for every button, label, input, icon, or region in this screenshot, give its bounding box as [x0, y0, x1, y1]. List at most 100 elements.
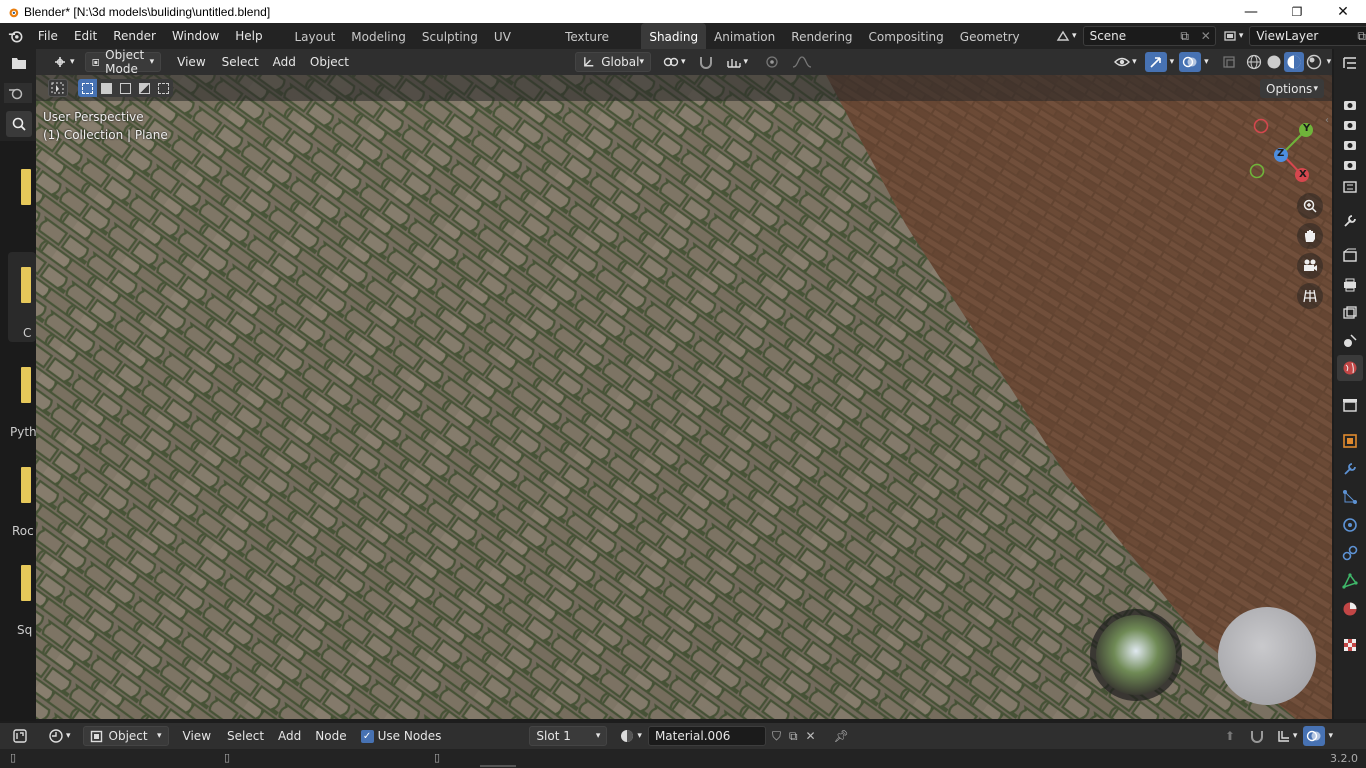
browse-material-button[interactable]: ▾ [613, 726, 648, 746]
wireframe-shading-button[interactable] [1244, 52, 1264, 72]
pin-icon[interactable]: 📌︎ [834, 729, 849, 743]
chevron-down-icon[interactable]: ▾ [1324, 52, 1335, 72]
chevron-down-icon[interactable]: ▾ [1325, 726, 1336, 746]
folder-icon[interactable] [21, 467, 31, 503]
maximize-button[interactable]: ❐ [1274, 0, 1320, 23]
rendered-shading-button[interactable] [1304, 52, 1324, 72]
menu-help[interactable]: Help [227, 23, 270, 49]
snap-target-dropdown[interactable]: ▾ [720, 52, 755, 72]
chevron-down-icon[interactable]: ▾ [1167, 52, 1178, 72]
select-intersect-button[interactable] [154, 79, 173, 97]
scene-name-field[interactable]: Scene [1082, 26, 1217, 46]
scene-selector[interactable]: ▾ [1050, 26, 1083, 46]
select-new-button[interactable] [78, 79, 97, 97]
material-preview-button[interactable] [1283, 52, 1304, 72]
select-invert-button[interactable] [135, 79, 154, 97]
mode-dropdown[interactable]: Object Mode ▾ [84, 48, 162, 76]
camera-icon[interactable] [1342, 117, 1358, 133]
tab-shading[interactable]: Shading [641, 23, 707, 49]
properties-toggle-icon[interactable] [1342, 179, 1358, 195]
folder-icon[interactable] [21, 267, 31, 303]
pivot-point-dropdown[interactable]: ▾ [657, 52, 692, 72]
search-button[interactable] [6, 111, 32, 137]
tool-settings-toggle[interactable] [4, 83, 32, 103]
active-tool-button[interactable] [48, 79, 68, 97]
tab-geometry-nodes[interactable]: Geometry Noc [952, 23, 1044, 72]
node-snap-toggle[interactable] [1243, 726, 1271, 746]
node-add-menu[interactable]: Add [272, 726, 307, 746]
menu-render[interactable]: Render [105, 23, 164, 49]
object-menu[interactable]: Object [304, 52, 355, 72]
tab-modeling[interactable]: Modeling [343, 23, 414, 49]
camera-icon[interactable] [1342, 157, 1358, 173]
unlink-material-icon[interactable]: ✕ [806, 729, 816, 743]
minimize-button[interactable]: — [1228, 0, 1274, 23]
close-button[interactable]: ✕ [1320, 0, 1366, 23]
blender-menu-icon[interactable] [8, 28, 24, 44]
node-menu[interactable]: Node [309, 726, 352, 746]
camera-view-button[interactable] [1297, 253, 1323, 279]
tab-rendering[interactable]: Rendering [783, 23, 860, 49]
gizmo-toggle[interactable] [1144, 52, 1167, 72]
physics-icon[interactable] [1342, 517, 1358, 533]
duplicate-material-icon[interactable]: ⧉ [789, 729, 798, 744]
copy-scene-icon[interactable]: ⧉ [1180, 29, 1192, 44]
view-menu[interactable]: View [171, 52, 211, 72]
parent-node-tree-icon[interactable]: ⬆ [1225, 729, 1235, 743]
select-subtract-button[interactable] [116, 79, 135, 97]
proportional-edit-toggle[interactable] [758, 52, 786, 72]
select-menu[interactable]: Select [216, 52, 265, 72]
editor-type-selector[interactable]: ▾ [46, 52, 81, 72]
render-icon[interactable] [1342, 248, 1358, 264]
folder-icon[interactable] [21, 367, 31, 403]
visibility-dropdown[interactable]: ▾ [1108, 52, 1143, 72]
remove-scene-icon[interactable]: ✕ [1201, 29, 1211, 43]
folder-icon[interactable] [21, 565, 31, 601]
menu-file[interactable]: File [30, 23, 66, 49]
object-cube-icon[interactable] [1342, 433, 1358, 449]
tab-animation[interactable]: Animation [706, 23, 783, 49]
zoom-button[interactable] [1297, 193, 1323, 219]
add-menu[interactable]: Add [267, 52, 302, 72]
object-type-dropdown[interactable]: Object ▾ [82, 726, 169, 746]
options-dropdown[interactable]: Options ▾ [1260, 79, 1324, 98]
solid-shading-button[interactable] [1264, 52, 1284, 72]
modifier-wrench-icon[interactable] [1342, 461, 1358, 477]
view-layer-icon[interactable] [1342, 305, 1358, 321]
node-overlay-toggle[interactable] [1303, 726, 1326, 746]
tool-wrench-icon[interactable] [1342, 213, 1358, 229]
material-name-field[interactable]: Material.006 [647, 726, 766, 746]
xray-toggle[interactable] [1216, 52, 1242, 72]
fake-user-shield-icon[interactable]: ⛉ [772, 729, 781, 744]
node-snap-target-dropdown[interactable]: ▾ [1271, 726, 1304, 746]
use-nodes-toggle[interactable]: ✓ Use Nodes [355, 726, 448, 746]
particles-icon[interactable] [1342, 489, 1358, 505]
transform-orientation-dropdown[interactable]: Global ▾ [575, 52, 651, 72]
folder-icon[interactable] [21, 169, 31, 205]
ortho-toggle-button[interactable] [1297, 283, 1323, 309]
view-layer-selector[interactable]: ▾ [1217, 26, 1250, 46]
material-slot-dropdown[interactable]: Slot 1 ▾ [529, 726, 608, 746]
sidebar-toggle-icon[interactable]: ‹ [1325, 115, 1329, 126]
tab-sculpting[interactable]: Sculpting [414, 23, 486, 49]
scene-properties-icon[interactable] [1342, 333, 1358, 349]
pan-button[interactable] [1297, 223, 1323, 249]
mesh-data-icon[interactable] [1342, 573, 1358, 589]
collection-box-icon[interactable] [1342, 397, 1358, 413]
tab-compositing[interactable]: Compositing [861, 23, 952, 49]
outliner-icon[interactable] [1342, 55, 1358, 71]
camera-icon[interactable] [1342, 97, 1358, 113]
3d-viewport[interactable]: User Perspective (1) Collection | Plane … [36, 75, 1332, 719]
world-tab-active[interactable] [1337, 355, 1363, 381]
editor-type-selector[interactable] [6, 726, 34, 746]
output-printer-icon[interactable] [1342, 277, 1358, 293]
select-extend-button[interactable] [97, 79, 116, 97]
chevron-down-icon[interactable]: ▾ [1201, 52, 1212, 72]
tab-uv-editing[interactable]: UV Editing [486, 23, 557, 72]
shader-type-selector[interactable]: ▾ [42, 726, 77, 746]
camera-icon[interactable] [1342, 137, 1358, 153]
tab-layout[interactable]: Layout [286, 23, 343, 49]
falloff-dropdown[interactable] [786, 52, 818, 72]
copy-view-layer-icon[interactable]: ⧉ [1357, 29, 1366, 44]
node-select-menu[interactable]: Select [221, 726, 270, 746]
